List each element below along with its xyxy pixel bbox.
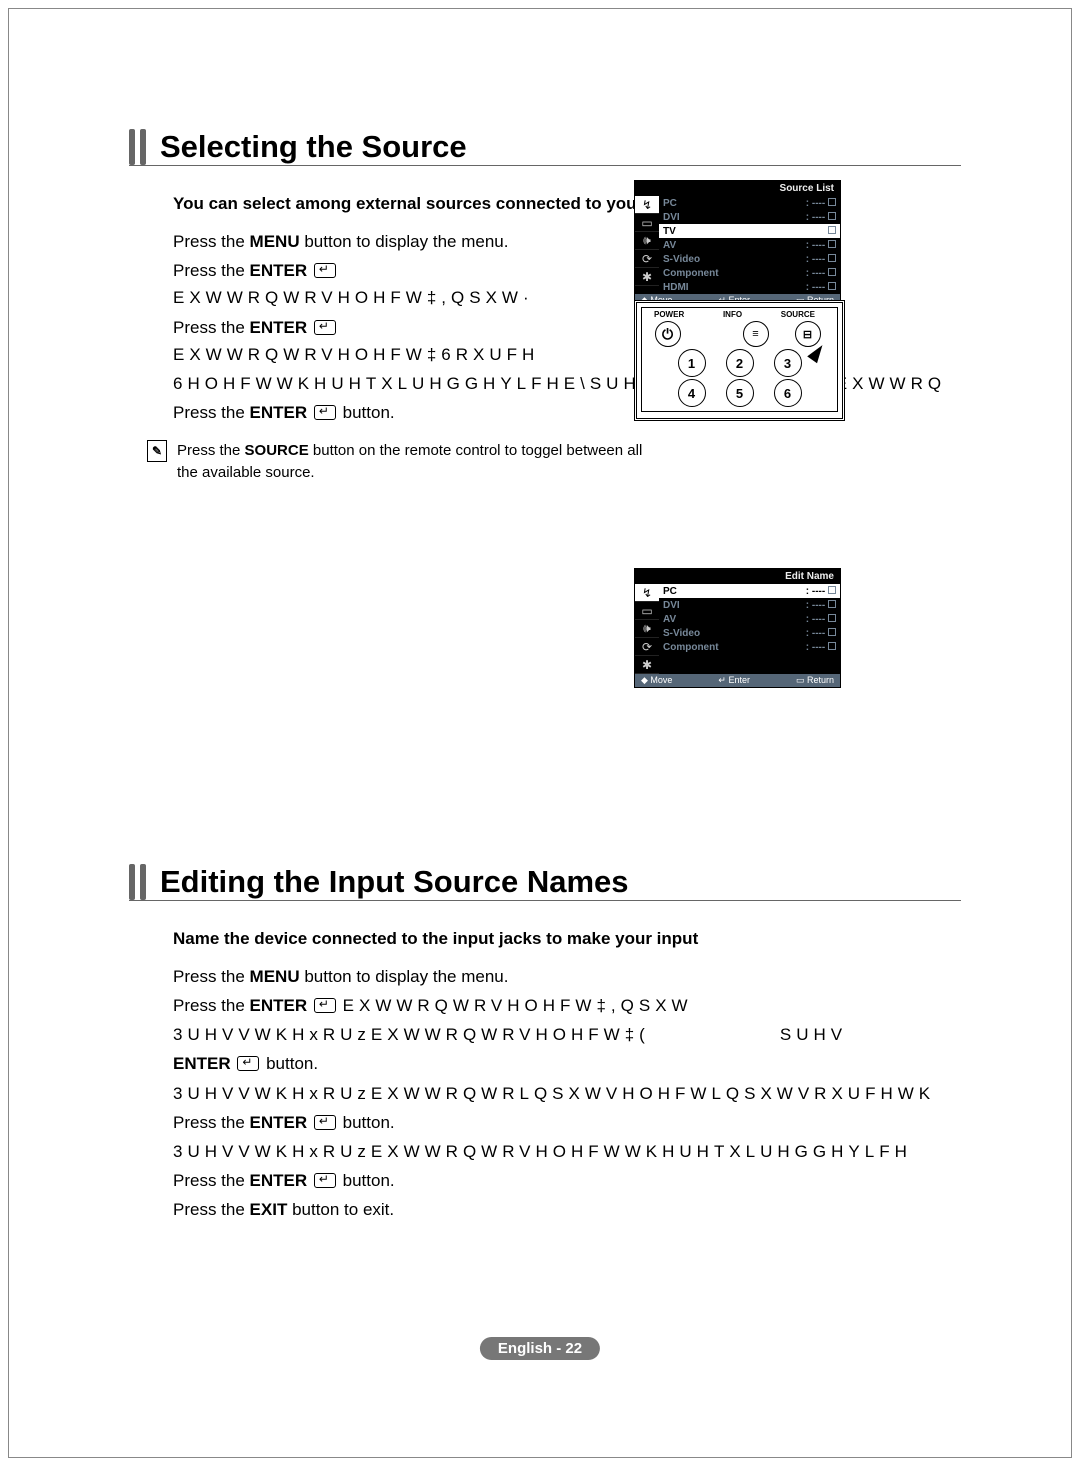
- s2-step1: Press the MENU button to display the men…: [173, 963, 893, 990]
- remote-power-button: [655, 321, 681, 347]
- remote-info-button: [743, 321, 769, 347]
- header-accent-bars: [129, 129, 146, 165]
- sound-icon: 🕪: [635, 232, 659, 250]
- osd2-row-pc: PC: ----: [659, 584, 840, 598]
- remote-btn-1: 1: [678, 349, 706, 377]
- channel-icon: ⟳: [635, 250, 659, 268]
- osd2-row-av: AV: ----: [659, 612, 840, 626]
- enter-icon: [314, 320, 336, 335]
- remote-illustration: POWER INFO SOURCE 1 2 3 4 5 6: [634, 300, 845, 421]
- s2-step4: ENTER button.: [173, 1050, 893, 1077]
- section2-steps: Press the MENU button to display the men…: [173, 963, 893, 1224]
- osd1-row-hdmi: HDMI: ----: [659, 280, 840, 294]
- osd1-row-pc: PC: ----: [659, 196, 840, 210]
- osd-edit-name: Edit Name ↯ ▭ 🕪 ⟳ ✱ PC: ---- DVI: ---- A…: [634, 568, 841, 688]
- enter-icon: [237, 1056, 259, 1071]
- enter-icon: [314, 263, 336, 278]
- remote-btn-4: 4: [678, 379, 706, 407]
- picture-icon: ▭: [635, 214, 659, 232]
- osd2-footer: ◆ Move ↵ Enter ▭ Return: [635, 674, 840, 687]
- s1-step1: Press the MENU button to display the men…: [173, 228, 693, 255]
- osd1-sidebar-icons: ↯ ▭ 🕪 ⟳ ✱: [635, 196, 659, 294]
- enter-icon: [314, 1173, 336, 1188]
- picture-icon: ▭: [635, 602, 659, 620]
- sound-icon: 🕪: [635, 620, 659, 638]
- header-accent-bars: [129, 864, 146, 900]
- input-icon: ↯: [635, 584, 659, 602]
- osd2-sidebar-icons: ↯ ▭ 🕪 ⟳ ✱: [635, 584, 659, 674]
- s2-step5: 3UHVVWKHxRUzEXWWRQWRLQSXWVHOHFWLQSXWVRXU…: [173, 1080, 893, 1107]
- page-number-badge: English - 22: [480, 1337, 600, 1360]
- section1-note: ✎ Press the SOURCE button on the remote …: [147, 440, 667, 484]
- osd2-row-component: Component: ----: [659, 640, 840, 654]
- setup-icon: ✱: [635, 268, 659, 286]
- note-text: Press the SOURCE button on the remote co…: [177, 440, 667, 484]
- s2-step8: Press the ENTER button.: [173, 1167, 893, 1194]
- osd1-rows: PC: ---- DVI: ---- TV AV: ---- S-Video: …: [659, 196, 840, 294]
- enter-icon: [314, 1115, 336, 1130]
- remote-power-label: POWER: [654, 310, 684, 319]
- osd1-row-svideo: S-Video: ----: [659, 252, 840, 266]
- osd1-title: Source List: [635, 181, 840, 196]
- s1-step3: Press the ENTER EXWWRQWRVHOHFW‡6RXUFH: [173, 314, 693, 368]
- section1-steps: Press the MENU button to display the men…: [173, 228, 693, 426]
- s1-step2: Press the ENTER EXWWRQWRVHOHFW‡,QSXW·: [173, 257, 693, 311]
- s2-step6: Press the ENTER button.: [173, 1109, 893, 1136]
- osd2-row-svideo: S-Video: ----: [659, 626, 840, 640]
- s2-step9: Press the EXIT button to exit.: [173, 1196, 893, 1223]
- s2-step3: 3UHVVWKHxRUzEXWWRQWRVHOHFW‡( SUHV: [173, 1021, 893, 1048]
- remote-btn-6: 6: [774, 379, 802, 407]
- osd-source-list: Source List ↯ ▭ 🕪 ⟳ ✱ PC: ---- DVI: ----…: [634, 180, 841, 308]
- remote-source-label: SOURCE: [781, 310, 815, 319]
- info-icon: ✎: [147, 440, 167, 462]
- remote-btn-3: 3: [774, 349, 802, 377]
- s1-step4: 6HOHFWWKHUHTXLUHGGHYLFHE\SUHVVLQJWKHxRUz…: [173, 370, 693, 397]
- s2-step7: 3UHVVWKHxRUzEXWWRQWRVHOHFWWKHUHTXLUHGGHY…: [173, 1138, 893, 1165]
- s2-step2: Press the ENTER EXWWRQWRVHOHFW‡,QSXW: [173, 992, 893, 1019]
- osd1-row-dvi: DVI: ----: [659, 210, 840, 224]
- remote-info-label: INFO: [723, 310, 742, 319]
- enter-icon: [314, 405, 336, 420]
- remote-btn-2: 2: [726, 349, 754, 377]
- remote-btn-5: 5: [726, 379, 754, 407]
- setup-icon: ✱: [635, 656, 659, 674]
- section-title-1: Selecting the Source: [160, 129, 467, 165]
- section-header-1: Selecting the Source: [129, 129, 961, 166]
- osd1-row-av: AV: ----: [659, 238, 840, 252]
- channel-icon: ⟳: [635, 638, 659, 656]
- section1-intro: You can select among external sources co…: [173, 194, 961, 214]
- osd2-title: Edit Name: [635, 569, 840, 584]
- s1-step5: Press the ENTER button.: [173, 399, 693, 426]
- section2-intro: Name the device connected to the input j…: [173, 929, 961, 949]
- section-header-2: Editing the Input Source Names: [129, 864, 961, 901]
- input-icon: ↯: [635, 196, 659, 214]
- osd1-row-component: Component: ----: [659, 266, 840, 280]
- osd2-row-dvi: DVI: ----: [659, 598, 840, 612]
- osd2-rows: PC: ---- DVI: ---- AV: ---- S-Video: ---…: [659, 584, 840, 674]
- osd1-row-tv: TV: [659, 224, 840, 238]
- section-title-2: Editing the Input Source Names: [160, 864, 629, 900]
- enter-icon: [314, 998, 336, 1013]
